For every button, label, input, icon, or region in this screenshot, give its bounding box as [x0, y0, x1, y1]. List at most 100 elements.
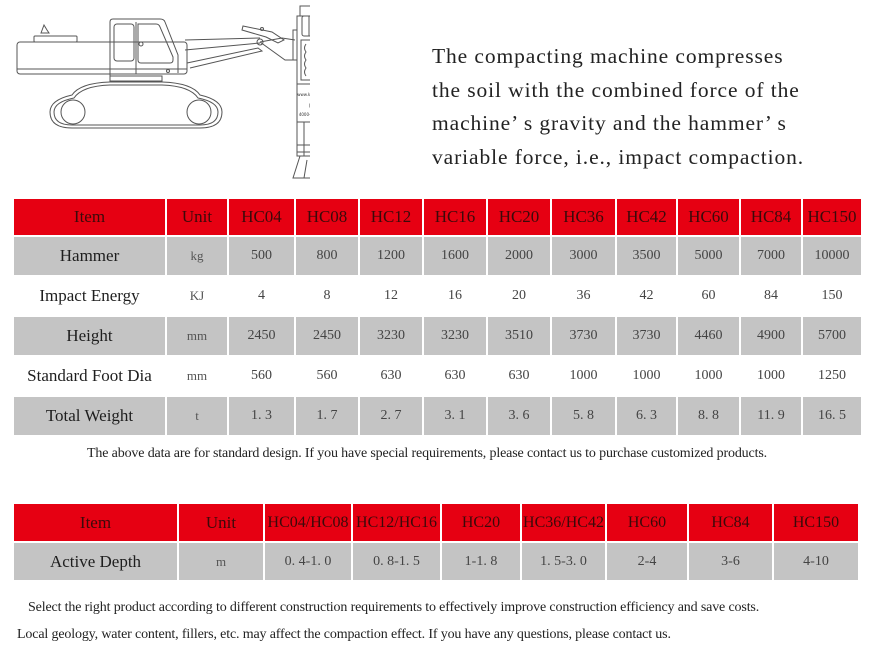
row-unit: mm: [167, 357, 227, 395]
cell-value: 16. 5: [803, 397, 861, 435]
header-model: HC12/HC16: [353, 504, 440, 541]
cell-value: 560: [229, 357, 294, 395]
header-model: HC42: [617, 199, 676, 235]
cell-value: 630: [488, 357, 550, 395]
cell-value: 2450: [296, 317, 358, 355]
cell-value: 3. 1: [424, 397, 486, 435]
cell-value: 630: [424, 357, 486, 395]
cell-value: 1. 5-3. 0: [522, 543, 605, 580]
intro-paragraph: The compacting machine compresses the so…: [432, 40, 862, 174]
cell-value: 16: [424, 277, 486, 315]
header-item: Item: [14, 199, 165, 235]
table-row: Impact Energy KJ 4 8 12 16 20 36 42 60 84 150: [14, 277, 861, 315]
cell-value: 1. 7: [296, 397, 358, 435]
cell-value: 4-10: [774, 543, 858, 580]
header-model: HC150: [774, 504, 858, 541]
cell-value: 0. 4-1. 0: [265, 543, 351, 580]
geology-note: Local geology, water content, fillers, e…: [17, 627, 671, 642]
cell-value: 3000: [552, 237, 615, 275]
cell-value: 0. 8-1. 5: [353, 543, 440, 580]
cell-value: 1000: [678, 357, 739, 395]
row-label: Impact Energy: [14, 277, 165, 315]
table-row: Standard Foot Dia mm 560 560 630 630 630 1000 10…: [14, 357, 861, 395]
selection-note: Select the right product according to di…: [28, 600, 760, 615]
cell-value: 3-6: [689, 543, 772, 580]
cell-value: 2000: [488, 237, 550, 275]
table-header-row: Item Unit HC04 HC08 HC12 HC16 HC20 HC36 HC42 HC60…: [14, 199, 861, 235]
machine-phone-label: 4000-620-320: [299, 112, 310, 117]
cell-value: 3730: [617, 317, 676, 355]
cell-value: 5. 8: [552, 397, 615, 435]
header-model: HC20: [488, 199, 550, 235]
table-row: Total Weight t 1. 3 1. 7 2. 7 3. 1 3. 6 5. 8 6. …: [14, 397, 861, 435]
intro-line: the soil with the combined force of the: [432, 77, 800, 102]
cell-value: 1. 3: [229, 397, 294, 435]
row-unit: KJ: [167, 277, 227, 315]
row-unit: m: [179, 543, 263, 580]
cell-value: 8: [296, 277, 358, 315]
cell-value: 4: [229, 277, 294, 315]
cell-value: 11. 9: [741, 397, 801, 435]
header-model: HC36/HC42: [522, 504, 605, 541]
cell-value: 5000: [678, 237, 739, 275]
header-model: HC84: [689, 504, 772, 541]
cell-value: 3230: [424, 317, 486, 355]
cell-value: 3500: [617, 237, 676, 275]
header-model: HC36: [552, 199, 615, 235]
excavator-boom: [184, 25, 296, 69]
cell-value: 1000: [741, 357, 801, 395]
excavator-body: [16, 18, 223, 129]
cell-value: 560: [296, 357, 358, 395]
specification-table: Item Unit HC04 HC08 HC12 HC16 HC20 HC36 HC42 HC60…: [12, 197, 863, 437]
cell-value: 2450: [229, 317, 294, 355]
cell-value: 6. 3: [617, 397, 676, 435]
row-unit: kg: [167, 237, 227, 275]
cell-value: 42: [617, 277, 676, 315]
cell-value: 1000: [617, 357, 676, 395]
header-model: HC20: [442, 504, 520, 541]
table-row: Active Depth m 0. 4-1. 0 0. 8-1. 5 1-1. 8 1. …: [14, 543, 858, 580]
table-row: Hammer kg 500 800 1200 1600 2000 3000 3500 5000 70…: [14, 237, 861, 275]
row-label: Height: [14, 317, 165, 355]
table-header-row: Item Unit HC04/HC08 HC12/HC16 HC20 HC36/HC42 H…: [14, 504, 858, 541]
intro-line: variable force, i.e., impact compaction.: [432, 144, 805, 169]
cell-value: 7000: [741, 237, 801, 275]
cell-value: 150: [803, 277, 861, 315]
intro-line: The compacting machine compresses: [432, 44, 784, 68]
cell-value: 630: [360, 357, 422, 395]
cell-value: 1000: [552, 357, 615, 395]
cell-value: 3730: [552, 317, 615, 355]
cell-value: 2-4: [607, 543, 687, 580]
cell-value: 2. 7: [360, 397, 422, 435]
cell-value: 800: [296, 237, 358, 275]
row-label: Hammer: [14, 237, 165, 275]
header-model: HC84: [741, 199, 801, 235]
row-unit: mm: [167, 317, 227, 355]
cell-value: 36: [552, 277, 615, 315]
cell-value: 20: [488, 277, 550, 315]
cell-value: 1250: [803, 357, 861, 395]
row-label: Total Weight: [14, 397, 165, 435]
header-item: Item: [14, 504, 177, 541]
cell-value: 4900: [741, 317, 801, 355]
standard-design-note: The above data are for standard design. …: [87, 446, 767, 461]
cell-value: 84: [741, 277, 801, 315]
header-model: HC04: [229, 199, 294, 235]
header-model: HC16: [424, 199, 486, 235]
cell-value: 1-1. 8: [442, 543, 520, 580]
row-label: Active Depth: [14, 543, 177, 580]
header-model: HC150: [803, 199, 861, 235]
cell-value: 5700: [803, 317, 861, 355]
header-model: HC12: [360, 199, 422, 235]
compactor-machine-illustration: www.ks-hd.com 4000-620-320: [10, 0, 334, 192]
header-unit: Unit: [167, 199, 227, 235]
row-label: Standard Foot Dia: [14, 357, 165, 395]
header-model: HC60: [678, 199, 739, 235]
cell-value: 12: [360, 277, 422, 315]
cell-value: 1600: [424, 237, 486, 275]
machine-web-label: www.ks-hd.com: [297, 92, 310, 97]
cell-value: 3510: [488, 317, 550, 355]
cell-value: 1200: [360, 237, 422, 275]
active-depth-table: Item Unit HC04/HC08 HC12/HC16 HC20 HC36/HC42 H…: [12, 502, 860, 582]
cell-value: 3230: [360, 317, 422, 355]
